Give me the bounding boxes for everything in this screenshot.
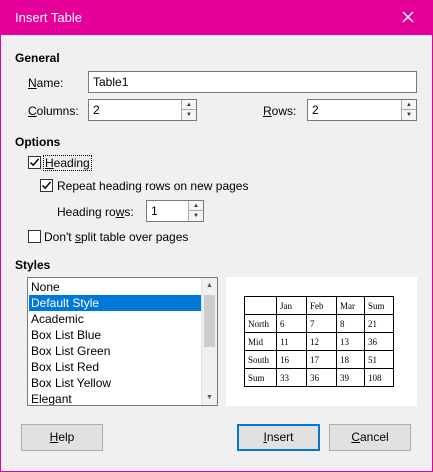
preview-cell: 7 xyxy=(306,314,337,333)
preview-cell: 13 xyxy=(336,332,365,351)
rows-up-icon[interactable]: ▲ xyxy=(402,100,416,110)
preview-cell: South xyxy=(244,350,277,369)
heading-rows-down-icon[interactable]: ▼ xyxy=(189,211,203,221)
columns-value: 2 xyxy=(93,103,100,117)
preview-cell: Sum xyxy=(244,368,277,387)
heading-rows-value: 1 xyxy=(151,204,158,218)
options-heading: Options xyxy=(15,135,61,149)
preview-cell: North xyxy=(244,314,277,333)
close-icon[interactable] xyxy=(398,7,418,27)
preview-row: North 6 7 8 21 xyxy=(244,314,394,333)
cancel-button[interactable]: Cancel xyxy=(329,424,411,451)
preview-cell: Mar xyxy=(336,296,365,315)
scroll-thumb[interactable] xyxy=(204,295,215,347)
heading-rows-label: Heading rows: xyxy=(57,205,134,219)
heading-rows-up-icon[interactable]: ▲ xyxy=(189,201,203,211)
table-preview: Jan Feb Mar Sum North 6 7 8 21 Mid 11 12 13 36 South 16… xyxy=(226,277,417,406)
heading-checkbox-label[interactable]: Heading xyxy=(43,155,92,171)
style-list-item[interactable]: Academic xyxy=(29,311,201,327)
preview-cell: 8 xyxy=(336,314,365,333)
name-label: Name: xyxy=(28,76,64,90)
preview-row: Mid 11 12 13 36 xyxy=(244,332,394,351)
scroll-up-icon[interactable]: ▲ xyxy=(202,278,217,293)
style-list-item[interactable]: Box List Blue xyxy=(29,327,201,343)
insert-table-dialog: Insert Table General Name: Table1 Column… xyxy=(0,0,433,472)
styles-listbox[interactable]: None Default Style Academic Box List Blue Bo… xyxy=(27,277,218,406)
preview-cell: Jan xyxy=(276,296,307,315)
style-list-item[interactable]: Box List Green xyxy=(29,343,201,359)
repeat-heading-label[interactable]: Repeat heading rows on new pages xyxy=(57,179,248,193)
preview-cell: 39 xyxy=(336,368,365,387)
styles-heading: Styles xyxy=(15,258,51,272)
preview-cell: 11 xyxy=(276,332,307,351)
preview-cell: 16 xyxy=(276,350,307,369)
title-bar: Insert Table xyxy=(1,1,432,35)
dont-split-label[interactable]: Don't split table over pages xyxy=(44,230,188,244)
style-list-item[interactable]: Default Style xyxy=(29,295,201,311)
dont-split-checkbox[interactable] xyxy=(28,230,41,243)
preview-cell xyxy=(244,296,277,315)
preview-cell: 17 xyxy=(306,350,337,369)
preview-table: Jan Feb Mar Sum North 6 7 8 21 Mid 11 12 13 36 South 16… xyxy=(244,296,394,387)
general-heading: General xyxy=(15,51,60,65)
heading-checkbox[interactable] xyxy=(28,156,41,169)
preview-row: South 16 17 18 51 xyxy=(244,350,394,369)
preview-cell: 51 xyxy=(364,350,394,369)
styles-scrollbar[interactable]: ▲ ▼ xyxy=(201,278,217,405)
preview-cell: 12 xyxy=(306,332,337,351)
repeat-heading-checkbox[interactable] xyxy=(40,179,53,192)
style-list-item[interactable]: Box List Yellow xyxy=(29,375,201,391)
preview-cell: 108 xyxy=(364,368,394,387)
name-input[interactable]: Table1 xyxy=(88,71,417,93)
heading-rows-stepper[interactable]: 1 ▲ ▼ xyxy=(146,200,204,222)
columns-down-icon[interactable]: ▼ xyxy=(182,110,196,120)
columns-label: Columns: xyxy=(28,104,79,118)
preview-cell: Sum xyxy=(364,296,394,315)
preview-cell: 18 xyxy=(336,350,365,369)
scroll-down-icon[interactable]: ▼ xyxy=(202,390,217,405)
rows-stepper[interactable]: 2 ▲ ▼ xyxy=(307,99,417,121)
preview-row: Jan Feb Mar Sum xyxy=(244,296,394,315)
help-button[interactable]: Help xyxy=(21,424,103,451)
preview-cell: 36 xyxy=(364,332,394,351)
preview-cell: 36 xyxy=(306,368,337,387)
columns-up-icon[interactable]: ▲ xyxy=(182,100,196,110)
preview-cell: 21 xyxy=(364,314,394,333)
rows-value: 2 xyxy=(312,103,319,117)
style-list-item[interactable]: None xyxy=(29,279,201,295)
preview-row: Sum 33 36 39 108 xyxy=(244,368,394,387)
insert-button[interactable]: Insert xyxy=(237,424,320,451)
columns-stepper[interactable]: 2 ▲ ▼ xyxy=(88,99,197,121)
dialog-title: Insert Table xyxy=(15,10,82,25)
rows-down-icon[interactable]: ▼ xyxy=(402,110,416,120)
preview-cell: 33 xyxy=(276,368,307,387)
preview-cell: Mid xyxy=(244,332,277,351)
style-list-item[interactable]: Box List Red xyxy=(29,359,201,375)
preview-cell: Feb xyxy=(306,296,337,315)
preview-cell: 6 xyxy=(276,314,307,333)
rows-label: Rows: xyxy=(263,104,297,118)
style-list-item[interactable]: Elegant xyxy=(29,391,201,405)
